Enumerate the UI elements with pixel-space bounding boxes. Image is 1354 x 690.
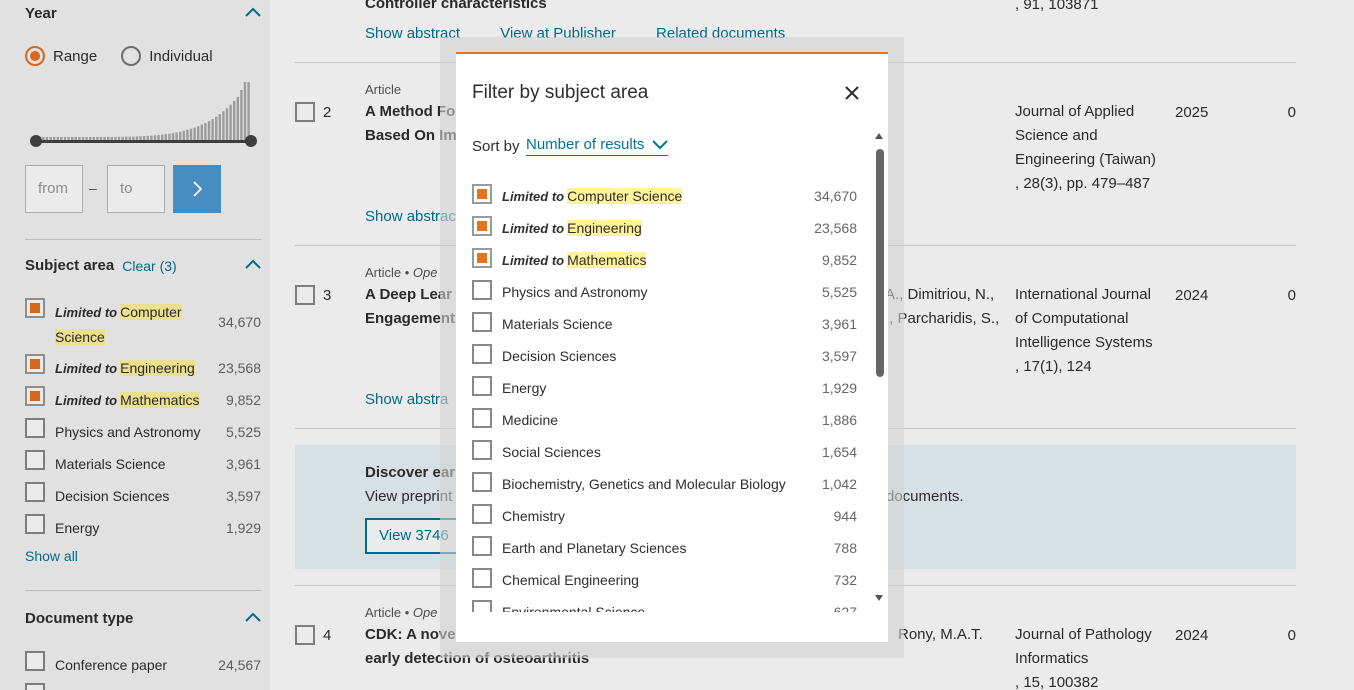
- scroll-up-arrow-icon[interactable]: [874, 132, 884, 140]
- subject-count: 5,525: [821, 284, 857, 300]
- subject-count: 23,568: [814, 220, 857, 236]
- subject-count: 788: [833, 540, 857, 556]
- subject-count: 1,654: [821, 444, 857, 460]
- subject-count: 944: [833, 508, 857, 524]
- subject-checkbox[interactable]: [472, 312, 492, 332]
- subject-count: 3,597: [821, 348, 857, 364]
- subject-option-chemistry[interactable]: Chemistry 944: [472, 504, 857, 528]
- subject-option-earth[interactable]: Earth and Planetary Sciences 788: [472, 536, 857, 560]
- subject-label: Limited to Engineering: [502, 220, 642, 236]
- subject-label: Energy: [502, 380, 547, 396]
- subject-label: Physics and Astronomy: [502, 284, 648, 300]
- close-icon[interactable]: [842, 83, 862, 103]
- sort-value: Number of results: [526, 136, 645, 153]
- chevron-down-icon: [652, 139, 669, 149]
- subject-label: Earth and Planetary Sciences: [502, 540, 687, 556]
- scroll-down-arrow-icon[interactable]: [874, 594, 884, 602]
- subject-option-decision[interactable]: Decision Sciences 3,597: [472, 344, 857, 368]
- subject-checkbox[interactable]: [472, 536, 492, 556]
- subject-label: Chemistry: [502, 508, 566, 524]
- dialog-title: Filter by subject area: [472, 82, 649, 103]
- subject-option-computer-science[interactable]: Limited to Computer Science 34,670: [472, 184, 857, 208]
- subject-label: Materials Science: [502, 316, 613, 332]
- subject-option-social[interactable]: Social Sciences 1,654: [472, 440, 857, 464]
- subject-count: 3,961: [821, 316, 857, 332]
- subject-option-engineering[interactable]: Limited to Engineering 23,568: [472, 216, 857, 240]
- subject-checkbox[interactable]: [472, 280, 492, 300]
- subject-label: Limited to Computer Science: [502, 188, 683, 204]
- subject-label: Chemical Engineering: [502, 572, 639, 588]
- subject-filter-dialog: Filter by subject area Sort by Number of…: [456, 52, 888, 642]
- subject-count: 1,042: [821, 476, 857, 492]
- subject-count: 732: [833, 572, 857, 588]
- subject-option-medicine[interactable]: Medicine 1,886: [472, 408, 857, 432]
- subject-checkbox[interactable]: [472, 600, 492, 612]
- subject-checkbox[interactable]: [472, 472, 492, 492]
- subject-checkbox[interactable]: [472, 440, 492, 460]
- subject-checkbox[interactable]: [472, 344, 492, 364]
- subject-checkbox[interactable]: [472, 504, 492, 524]
- subject-label: Environmental Science: [502, 604, 646, 612]
- subject-label: Decision Sciences: [502, 348, 617, 364]
- subject-label: Biochemistry, Genetics and Molecular Bio…: [502, 476, 786, 492]
- subject-option-materials[interactable]: Materials Science 3,961: [472, 312, 857, 336]
- subject-list: Limited to Computer Science 34,670 Limite…: [472, 184, 858, 612]
- subject-checkbox[interactable]: [472, 408, 492, 428]
- subject-count: 627: [833, 604, 857, 612]
- sort-label: Sort by: [472, 138, 520, 155]
- subject-option-chemical-engineering[interactable]: Chemical Engineering 732: [472, 568, 857, 592]
- search-results-page: Year Range Individual from – to Subject …: [0, 0, 1354, 690]
- subject-checkbox[interactable]: [472, 376, 492, 396]
- subject-count: 1,929: [821, 380, 857, 396]
- subject-checkbox[interactable]: [472, 568, 492, 588]
- subject-option-energy[interactable]: Energy 1,929: [472, 376, 857, 400]
- subject-option-environmental[interactable]: Environmental Science 627: [472, 600, 857, 612]
- subject-label: Medicine: [502, 412, 559, 428]
- subject-checkbox[interactable]: [472, 216, 492, 236]
- subject-count: 1,886: [821, 412, 857, 428]
- subject-option-mathematics[interactable]: Limited to Mathematics 9,852: [472, 248, 857, 272]
- subject-count: 34,670: [814, 188, 857, 204]
- subject-checkbox[interactable]: [472, 184, 492, 204]
- scrollbar-thumb[interactable]: [876, 149, 884, 377]
- subject-option-biochemistry[interactable]: Biochemistry, Genetics and Molecular Bio…: [472, 472, 857, 496]
- subject-label: Limited to Mathematics: [502, 252, 647, 268]
- sort-dropdown[interactable]: Number of results: [526, 136, 669, 156]
- subject-checkbox[interactable]: [472, 248, 492, 268]
- subject-count: 9,852: [821, 252, 857, 268]
- subject-option-physics[interactable]: Physics and Astronomy 5,525: [472, 280, 857, 304]
- subject-label: Social Sciences: [502, 444, 601, 460]
